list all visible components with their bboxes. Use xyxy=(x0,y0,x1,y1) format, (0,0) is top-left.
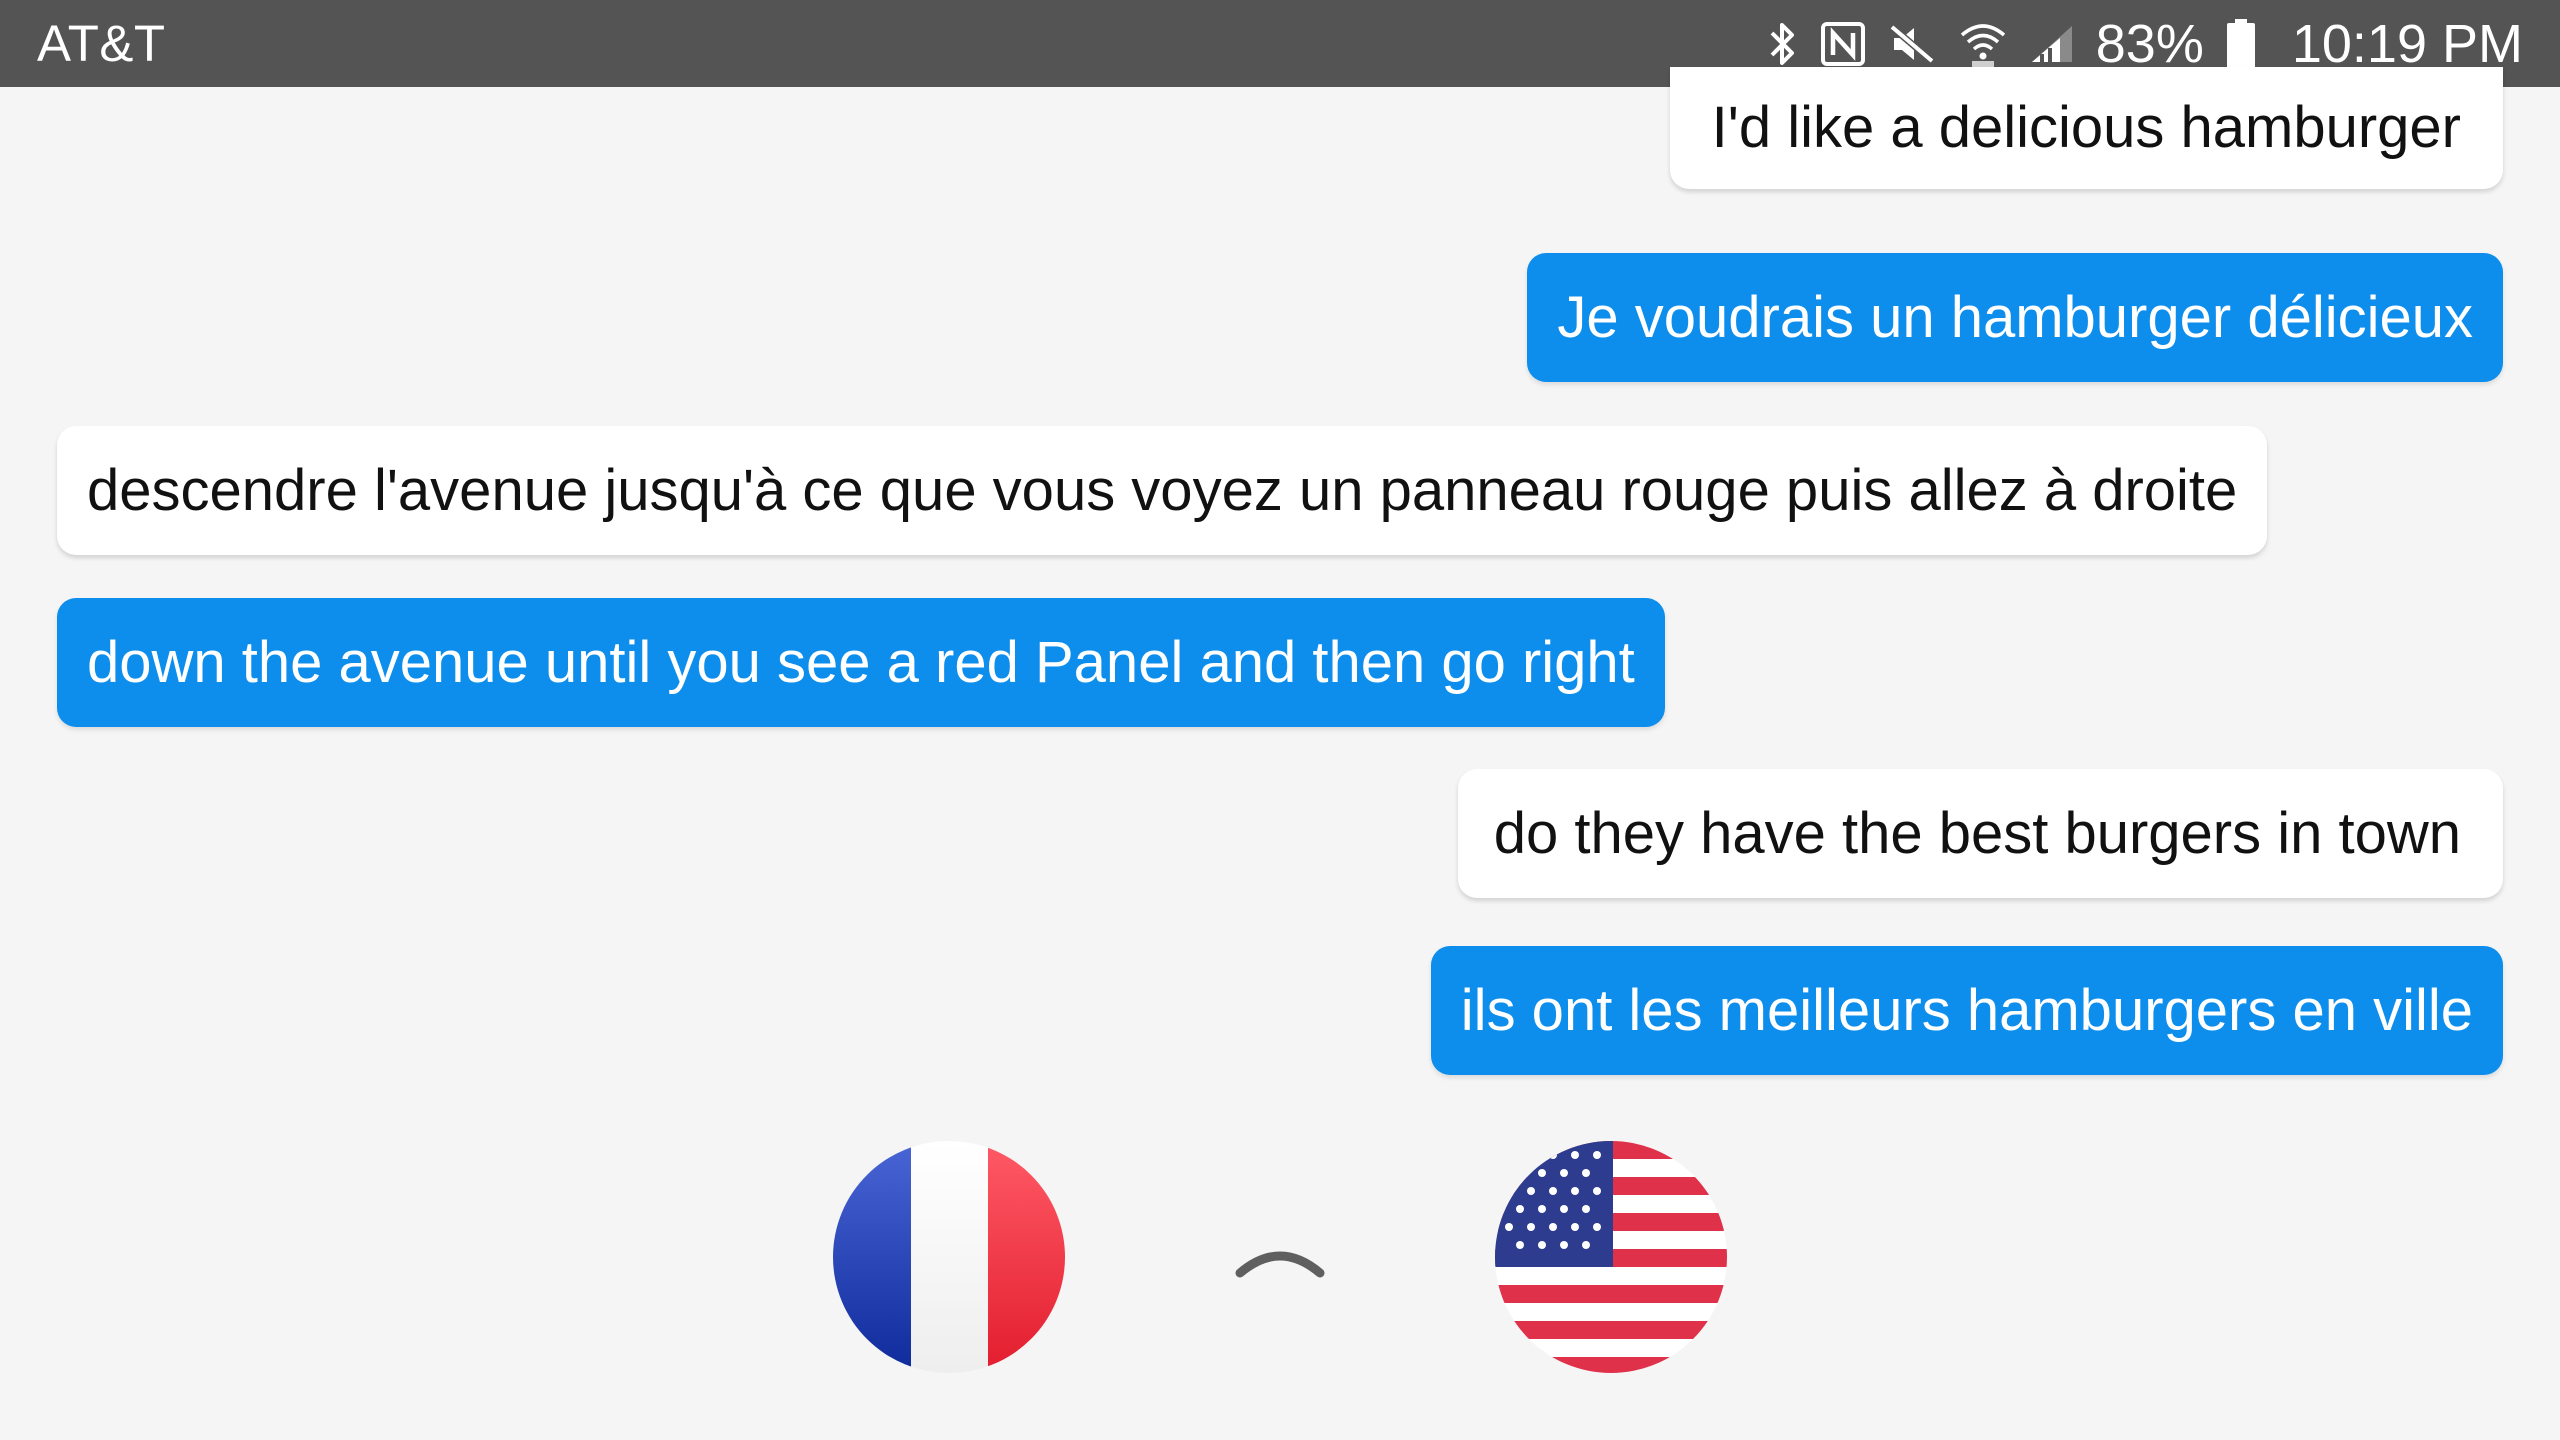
bluetooth-icon xyxy=(1768,21,1798,67)
message-text: ils ont les meilleurs hamburgers en vill… xyxy=(1460,977,2473,1043)
message-bubble-translation[interactable]: down the avenue until you see a red Pane… xyxy=(57,598,1665,727)
conversation-list[interactable]: I'd like a delicious hamburger Je voudra… xyxy=(0,67,2560,1117)
signal-icon xyxy=(2030,24,2074,64)
wifi-icon xyxy=(1958,19,2008,69)
battery-icon xyxy=(2226,18,2256,70)
message-bubble-translation[interactable]: Je voudrais un hamburger délicieux xyxy=(1527,253,2503,382)
message-text: Je voudrais un hamburger délicieux xyxy=(1557,284,2473,350)
battery-percent: 83% xyxy=(2095,13,2204,74)
status-icons: 83% 10:19 PM xyxy=(1768,17,2523,71)
message-bubble-translation[interactable]: ils ont les meilleurs hamburgers en vill… xyxy=(1430,946,2503,1075)
mute-icon xyxy=(1888,21,1936,67)
usa-flag-icon[interactable] xyxy=(1495,1141,1727,1373)
message-text: down the avenue until you see a red Pane… xyxy=(87,629,1635,695)
chevron-up-icon[interactable] xyxy=(1232,1235,1328,1285)
nfc-icon xyxy=(1820,21,1866,67)
language-bar xyxy=(0,1117,2560,1440)
message-text: do they have the best burgers in town xyxy=(1493,800,2461,866)
message-bubble-source[interactable]: do they have the best burgers in town xyxy=(1457,769,2503,898)
france-flag-icon[interactable] xyxy=(833,1141,1065,1373)
carrier-name: AT&T xyxy=(37,15,166,72)
clock: 10:19 PM xyxy=(2291,13,2523,74)
message-text: descendre l'avenue jusqu'à ce que vous v… xyxy=(87,457,2238,523)
message-text: I'd like a delicious hamburger xyxy=(1711,95,2461,160)
message-bubble-source[interactable]: descendre l'avenue jusqu'à ce que vous v… xyxy=(57,426,2268,555)
message-bubble-source[interactable]: I'd like a delicious hamburger xyxy=(1669,67,2503,189)
